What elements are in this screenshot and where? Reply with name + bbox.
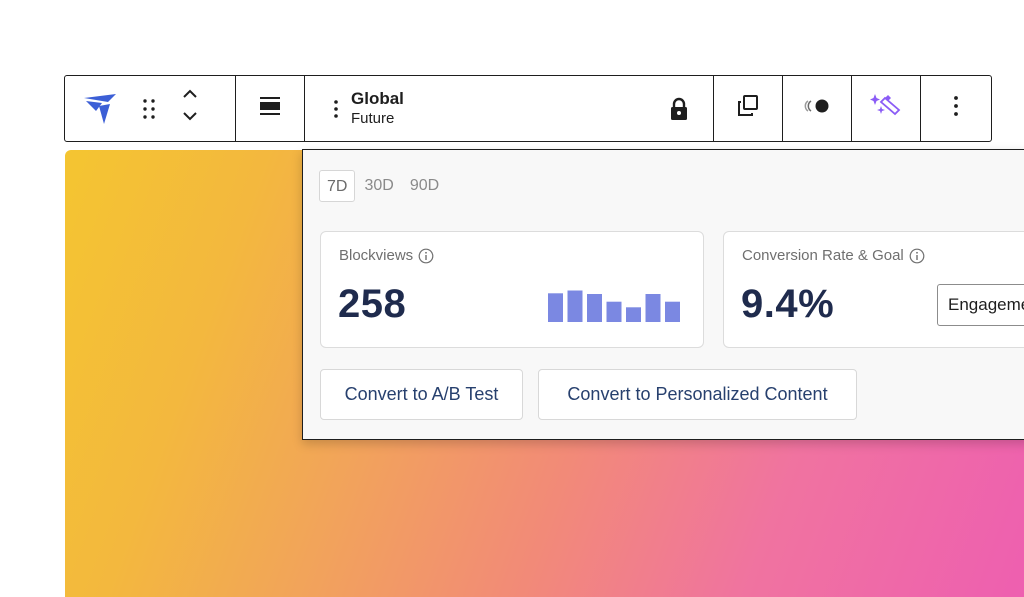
block-mover [175, 84, 205, 134]
more-vertical-icon[interactable] [331, 94, 341, 124]
toolbar-group-block [65, 76, 236, 141]
conversion-label: Conversion Rate & Goal [742, 247, 904, 264]
convert-personalized-button[interactable]: Convert to Personalized Content [538, 369, 857, 420]
more-vertical-icon [953, 95, 958, 122]
toggle-icon [802, 98, 832, 119]
info-icon[interactable] [418, 248, 434, 264]
more-options-button[interactable] [921, 76, 990, 141]
chevron-up-icon[interactable] [181, 87, 199, 109]
blockviews-value: 258 [338, 282, 407, 326]
blockviews-card: Blockviews 258 [320, 231, 704, 348]
blockviews-label-row: Blockviews [339, 247, 434, 264]
info-icon[interactable] [909, 248, 925, 264]
block-subtitle: Future [351, 110, 395, 127]
ai-sparkle-icon [869, 92, 903, 125]
block-titles: Global Future [351, 89, 404, 128]
ai-button[interactable] [852, 76, 921, 141]
conversion-label-row: Conversion Rate & Goal [742, 247, 925, 264]
range-tabs: 7D 30D 90D [319, 170, 446, 202]
trend-bar [665, 301, 680, 322]
drag-handle-icon[interactable] [129, 89, 169, 129]
align-icon [259, 95, 281, 122]
lock-icon[interactable] [667, 96, 691, 122]
trend-bar [626, 307, 641, 322]
block-toolbar: Global Future [64, 75, 992, 142]
conversion-value: 9.4% [741, 282, 835, 326]
blockviews-trend-chart [548, 290, 680, 322]
block-title: Global [351, 89, 404, 108]
trend-bar [567, 290, 583, 322]
goal-select[interactable]: Engagement [937, 284, 1024, 326]
align-button[interactable] [236, 76, 305, 141]
tab-90d[interactable]: 90D [403, 170, 446, 202]
trend-bar [606, 301, 622, 322]
toggle-button[interactable] [783, 76, 852, 141]
trend-bar [645, 294, 661, 322]
duplicate-button[interactable] [714, 76, 783, 141]
logo-icon[interactable] [79, 88, 121, 130]
blockviews-label: Blockviews [339, 247, 414, 264]
trend-bar [548, 293, 563, 322]
tab-30d[interactable]: 30D [357, 170, 400, 202]
convert-ab-test-button[interactable]: Convert to A/B Test [320, 369, 523, 420]
analytics-popover: 7D 30D 90D Blockviews 258 Conversion Rat… [302, 149, 1024, 440]
conversion-card: Conversion Rate & Goal 9.4% Engagement [723, 231, 1024, 348]
block-title-group[interactable]: Global Future [305, 76, 714, 141]
chevron-down-icon[interactable] [181, 109, 199, 131]
trend-bar [587, 294, 602, 322]
duplicate-icon [736, 94, 760, 123]
tab-7d[interactable]: 7D [319, 170, 356, 202]
